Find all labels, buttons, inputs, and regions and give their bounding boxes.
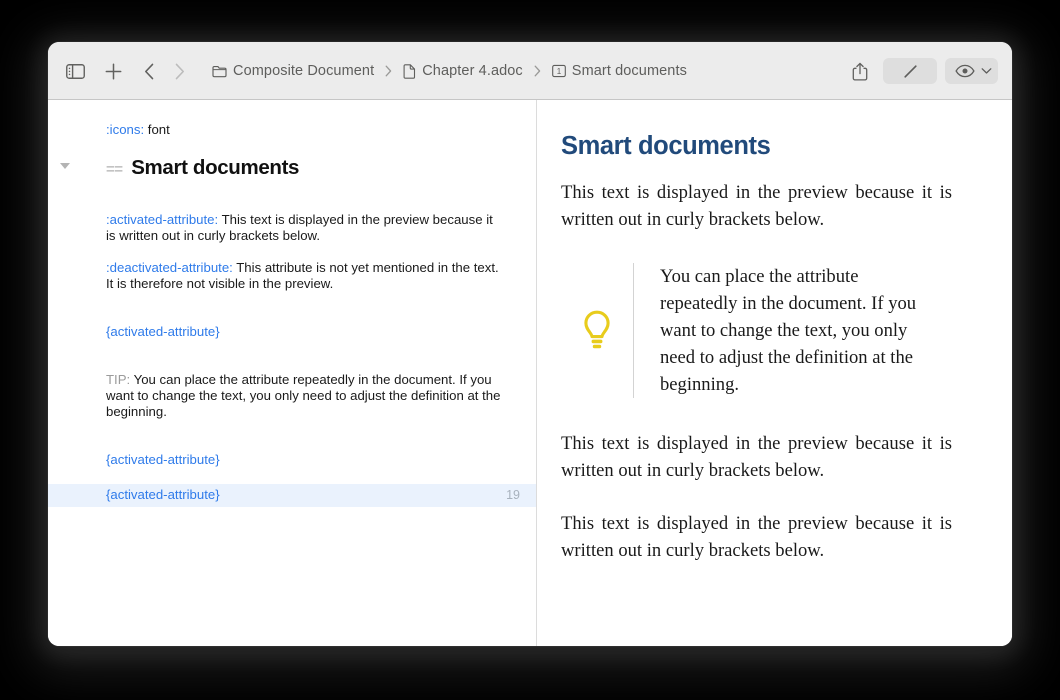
breadcrumb-item-section[interactable]: 1 Smart documents (550, 62, 689, 80)
editor-line-reference-2[interactable]: {activated-attribute} (48, 452, 536, 468)
pencil-icon (902, 63, 919, 80)
toolbar: Composite Document Chapter 4.adoc 1 Smar… (48, 42, 1012, 100)
eye-icon (955, 64, 975, 78)
attribute-name: :deactivated-attribute: (106, 260, 233, 275)
split-view: :icons: font == Smart documents :activat… (48, 100, 1012, 646)
breadcrumb: Composite Document Chapter 4.adoc 1 Smar… (210, 62, 689, 80)
chevron-down-icon[interactable] (981, 67, 992, 75)
app-window: Composite Document Chapter 4.adoc 1 Smar… (48, 42, 1012, 646)
editor-line-deactivated-attribute[interactable]: :deactivated-attribute: This attribute i… (48, 260, 536, 292)
heading-marker: == (106, 161, 123, 178)
desktop-background: Composite Document Chapter 4.adoc 1 Smar… (0, 0, 1060, 700)
breadcrumb-item-document[interactable]: Chapter 4.adoc (401, 62, 525, 80)
back-button[interactable] (134, 57, 164, 85)
preview-paragraph-2: This text is displayed in the preview be… (561, 433, 952, 481)
share-icon[interactable] (845, 57, 875, 85)
document-icon (403, 63, 416, 79)
attribute-value: font (144, 122, 170, 137)
preview-paragraph-1: This text is displayed in the preview be… (561, 182, 952, 230)
editor-line-tip[interactable]: TIP: You can place the attribute repeate… (48, 372, 536, 420)
preview-title: Smart documents (561, 132, 771, 160)
view-mode-button[interactable] (945, 58, 998, 84)
editor-line-activated-attribute[interactable]: :activated-attribute: This text is displ… (48, 212, 536, 244)
attribute-reference: {activated-attribute} (106, 452, 220, 467)
folder-icon (212, 65, 227, 78)
preview-paragraph-3: This text is displayed in the preview be… (561, 513, 952, 561)
breadcrumb-separator-2 (534, 65, 541, 77)
sidebar-toggle-icon[interactable] (60, 57, 90, 85)
navigation-buttons (134, 57, 194, 85)
forward-button[interactable] (164, 57, 194, 85)
lightbulb-icon (580, 309, 614, 353)
breadcrumb-label-folder: Composite Document (233, 63, 375, 79)
attribute-name: :icons: (106, 122, 145, 137)
preview-pane: Smart documents This text is displayed i… (537, 100, 1012, 646)
tip-icon-cell (561, 263, 633, 398)
add-button[interactable] (98, 57, 128, 85)
source-editor-pane[interactable]: :icons: font == Smart documents :activat… (48, 100, 537, 646)
section-number-icon: 1 (551, 64, 566, 78)
edit-mode-button[interactable] (883, 58, 937, 84)
editor-line-section-heading[interactable]: == Smart documents (48, 157, 536, 178)
fold-arrow-icon[interactable] (60, 163, 70, 169)
tip-label: TIP: (106, 372, 131, 387)
tip-admonition-block: You can place the attribute repeatedly i… (561, 259, 952, 404)
breadcrumb-separator (385, 65, 392, 77)
editor-line-reference-1[interactable]: {activated-attribute} (48, 324, 536, 340)
attribute-reference: {activated-attribute} (106, 324, 220, 339)
attribute-name: :activated-attribute: (106, 212, 219, 227)
breadcrumb-item-folder[interactable]: Composite Document (210, 62, 376, 80)
tip-text: You can place the attribute repeatedly i… (106, 372, 501, 419)
breadcrumb-label-document: Chapter 4.adoc (422, 63, 523, 79)
editor-line-icons-attribute[interactable]: :icons: font (48, 122, 536, 138)
svg-text:1: 1 (557, 67, 562, 76)
editor-line-reference-3-selected[interactable]: {activated-attribute} 19 (48, 484, 536, 507)
heading-text: Smart documents (131, 156, 300, 179)
tip-admonition-text: You can place the attribute repeatedly i… (660, 266, 917, 395)
line-number-indicator: 19 (506, 488, 520, 502)
breadcrumb-label-section: Smart documents (571, 63, 687, 79)
toolbar-right-controls (845, 57, 998, 85)
admonition-divider (633, 263, 634, 398)
attribute-reference: {activated-attribute} (106, 487, 220, 502)
